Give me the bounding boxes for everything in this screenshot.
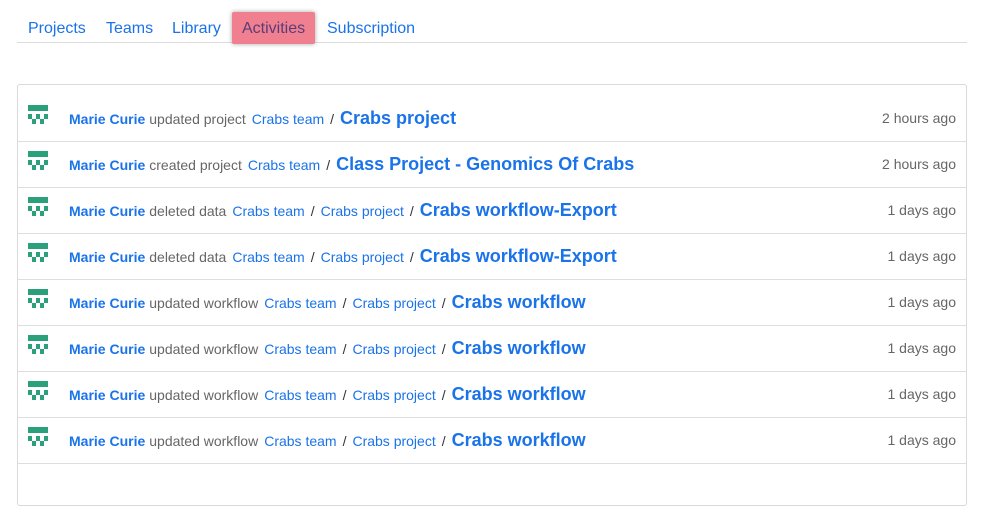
tab-teams[interactable]: Teams bbox=[106, 12, 153, 42]
breadcrumb-separator: / bbox=[409, 249, 414, 265]
team-link[interactable]: Crabs team bbox=[264, 387, 336, 403]
activity-row: Marie Curie updated workflow Crabs team / Cr… bbox=[18, 279, 966, 326]
target-link[interactable]: Crabs workflow bbox=[452, 292, 586, 312]
user-link[interactable]: Marie Curie bbox=[69, 249, 145, 265]
target-link[interactable]: Crabs workflow bbox=[452, 430, 586, 450]
activity-text: Marie Curie updated project Crabs team / Cra… bbox=[69, 95, 456, 141]
breadcrumb-separator: / bbox=[342, 387, 347, 403]
user-link[interactable]: Marie Curie bbox=[69, 433, 145, 449]
activity-text: Marie Curie created project Crabs team / Cla… bbox=[69, 141, 634, 187]
team-link[interactable]: Crabs team bbox=[252, 111, 324, 127]
project-link[interactable]: Crabs project bbox=[321, 249, 404, 265]
target-link[interactable]: Crabs workflow bbox=[452, 338, 586, 358]
project-link[interactable]: Crabs project bbox=[352, 433, 435, 449]
team-link[interactable]: Crabs team bbox=[248, 157, 320, 173]
project-link[interactable]: Crabs project bbox=[352, 295, 435, 311]
tab-bar: Projects Teams Library Activities Subscr… bbox=[17, 12, 967, 44]
action-text: updated workflow bbox=[149, 433, 259, 449]
user-link[interactable]: Marie Curie bbox=[69, 341, 145, 357]
user-link[interactable]: Marie Curie bbox=[69, 387, 145, 403]
target-link[interactable]: Crabs project bbox=[340, 108, 456, 128]
breadcrumb-separator: / bbox=[342, 433, 347, 449]
breadcrumb-separator: / bbox=[441, 341, 446, 357]
timestamp: 1 days ago bbox=[887, 386, 957, 402]
user-link[interactable]: Marie Curie bbox=[69, 111, 145, 127]
timestamp: 2 hours ago bbox=[882, 156, 956, 172]
breadcrumb-separator: / bbox=[409, 203, 414, 219]
timestamp: 2 hours ago bbox=[882, 110, 956, 126]
timestamp: 1 days ago bbox=[887, 432, 957, 448]
activity-text: Marie Curie updated workflow Crabs team / Cr… bbox=[69, 371, 586, 417]
user-avatar-icon bbox=[28, 381, 48, 400]
target-link[interactable]: Crabs workflow bbox=[452, 384, 586, 404]
activity-feed: Marie Curie updated project Crabs team / Cra… bbox=[17, 84, 967, 506]
user-avatar-icon bbox=[28, 289, 48, 308]
activity-text: Marie Curie updated workflow Crabs team / Cr… bbox=[69, 279, 586, 325]
team-link[interactable]: Crabs team bbox=[232, 249, 304, 265]
user-link[interactable]: Marie Curie bbox=[69, 157, 145, 173]
user-avatar-icon bbox=[28, 335, 48, 354]
action-text: deleted data bbox=[149, 249, 227, 265]
project-link[interactable]: Crabs project bbox=[321, 203, 404, 219]
timestamp: 1 days ago bbox=[887, 202, 957, 218]
user-link[interactable]: Marie Curie bbox=[69, 295, 145, 311]
project-link[interactable]: Crabs project bbox=[352, 341, 435, 357]
activity-row: Marie Curie updated workflow Crabs team / Cr… bbox=[18, 417, 966, 464]
timestamp: 1 days ago bbox=[887, 248, 957, 264]
breadcrumb-separator: / bbox=[342, 341, 347, 357]
timestamp: 1 days ago bbox=[887, 340, 957, 356]
breadcrumb-separator: / bbox=[330, 111, 335, 127]
team-link[interactable]: Crabs team bbox=[232, 203, 304, 219]
user-avatar-icon bbox=[28, 105, 48, 124]
activity-text: Marie Curie updated workflow Crabs team / Cr… bbox=[69, 325, 586, 371]
action-text: deleted data bbox=[149, 203, 227, 219]
activity-row: Marie Curie updated workflow Crabs team / Cr… bbox=[18, 325, 966, 372]
action-text: updated workflow bbox=[149, 341, 259, 357]
timestamp: 1 days ago bbox=[887, 294, 957, 310]
activity-row: Marie Curie created project Crabs team / Cla… bbox=[18, 141, 966, 188]
target-link[interactable]: Class Project - Genomics Of Crabs bbox=[336, 154, 634, 174]
activity-row: Marie Curie deleted data Crabs team / Crabs … bbox=[18, 187, 966, 234]
activity-text: Marie Curie deleted data Crabs team / Crabs … bbox=[69, 233, 617, 279]
action-text: updated workflow bbox=[149, 295, 259, 311]
action-text: updated workflow bbox=[149, 387, 259, 403]
activity-text: Marie Curie updated workflow Crabs team / Cr… bbox=[69, 417, 586, 463]
user-avatar-icon bbox=[28, 243, 48, 262]
breadcrumb-separator: / bbox=[310, 249, 315, 265]
breadcrumb-separator: / bbox=[342, 295, 347, 311]
target-link[interactable]: Crabs workflow-Export bbox=[420, 246, 617, 266]
tab-activities[interactable]: Activities bbox=[232, 12, 316, 44]
team-link[interactable]: Crabs team bbox=[264, 433, 336, 449]
user-avatar-icon bbox=[28, 197, 48, 216]
activity-row: Marie Curie deleted data Crabs team / Crabs … bbox=[18, 233, 966, 280]
breadcrumb-separator: / bbox=[326, 157, 331, 173]
breadcrumb-separator: / bbox=[310, 203, 315, 219]
user-avatar-icon bbox=[28, 427, 48, 446]
tab-projects[interactable]: Projects bbox=[28, 12, 86, 42]
team-link[interactable]: Crabs team bbox=[264, 295, 336, 311]
team-link[interactable]: Crabs team bbox=[264, 341, 336, 357]
activity-row: Marie Curie updated workflow Crabs team / Cr… bbox=[18, 371, 966, 418]
tab-library[interactable]: Library bbox=[172, 12, 221, 42]
activity-text: Marie Curie deleted data Crabs team / Crabs … bbox=[69, 187, 617, 233]
project-link[interactable]: Crabs project bbox=[352, 387, 435, 403]
user-avatar-icon bbox=[28, 151, 48, 170]
breadcrumb-separator: / bbox=[441, 433, 446, 449]
action-text: updated project bbox=[149, 111, 246, 127]
activity-row: Marie Curie updated project Crabs team / Cra… bbox=[18, 95, 966, 142]
breadcrumb-separator: / bbox=[441, 295, 446, 311]
tab-subscription[interactable]: Subscription bbox=[327, 12, 415, 42]
user-link[interactable]: Marie Curie bbox=[69, 203, 145, 219]
breadcrumb-separator: / bbox=[441, 387, 446, 403]
action-text: created project bbox=[149, 157, 242, 173]
target-link[interactable]: Crabs workflow-Export bbox=[420, 200, 617, 220]
